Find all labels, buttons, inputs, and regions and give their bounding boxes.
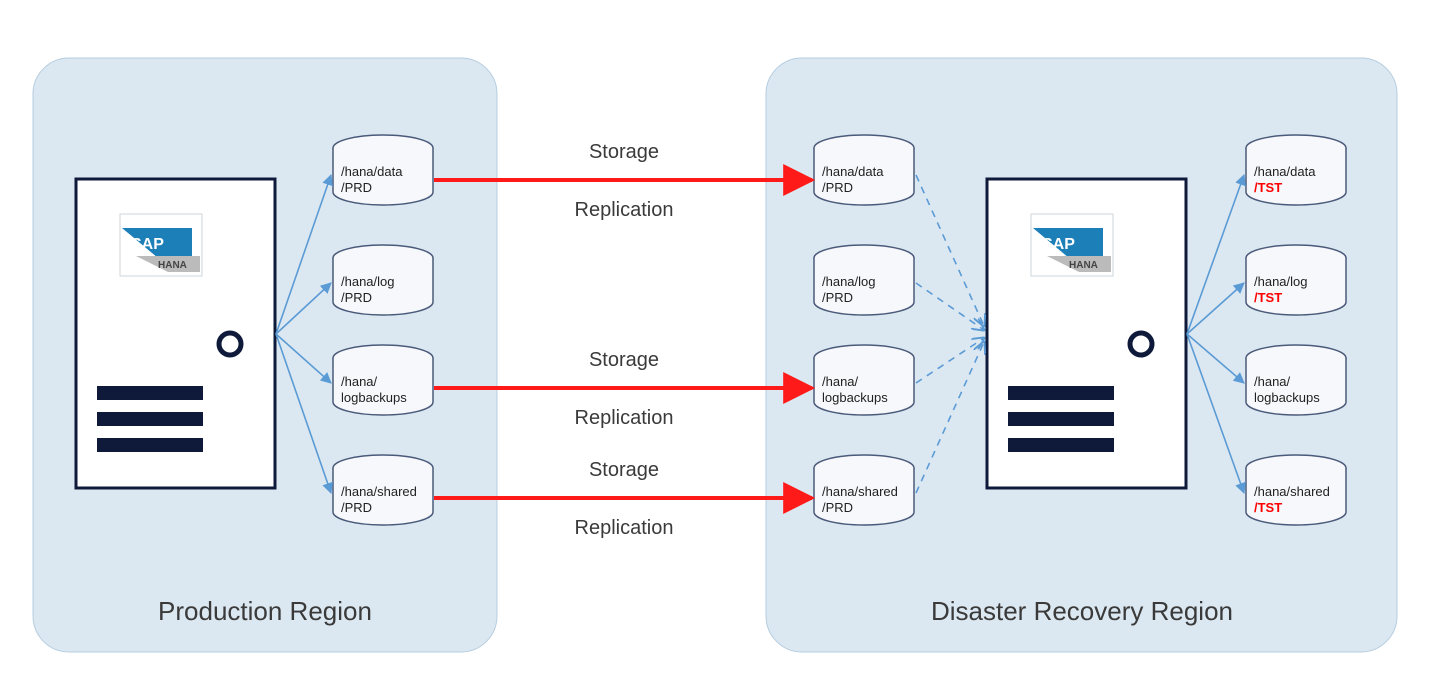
svg-text:HANA: HANA: [1069, 260, 1098, 271]
svg-text:Storage: Storage: [589, 141, 659, 163]
svg-text:/PRD: /PRD: [341, 500, 372, 515]
server-production: SAP HANA: [76, 179, 275, 488]
svg-text:Replication: Replication: [575, 517, 674, 539]
svg-text:Storage: Storage: [589, 349, 659, 371]
cylinder-prd-log: /hana/log /PRD: [333, 245, 433, 315]
svg-text:Replication: Replication: [575, 199, 674, 221]
svg-text:/hana/shared: /hana/shared: [341, 484, 417, 499]
svg-text:/hana/data: /hana/data: [822, 164, 884, 179]
svg-text:/hana/shared: /hana/shared: [1254, 484, 1330, 499]
svg-text:/hana/data: /hana/data: [341, 164, 403, 179]
svg-text:/PRD: /PRD: [341, 290, 372, 305]
svg-text:/hana/shared: /hana/shared: [822, 484, 898, 499]
svg-text:Storage: Storage: [589, 459, 659, 481]
cylinder-drprd-log: /hana/log /PRD: [814, 245, 914, 315]
svg-text:/hana/log: /hana/log: [341, 274, 395, 289]
svg-text:/TST: /TST: [1254, 500, 1282, 515]
architecture-diagram: Production Region Disaster Recovery Regi…: [0, 0, 1433, 699]
svg-text:/PRD: /PRD: [822, 290, 853, 305]
svg-text:/hana/log: /hana/log: [822, 274, 876, 289]
region-dr-label: Disaster Recovery Region: [931, 596, 1233, 626]
cylinder-tst-data: /hana/data /TST: [1246, 135, 1346, 205]
server-dr: SAP HANA: [987, 179, 1186, 488]
cylinder-tst-log: /hana/log /TST: [1246, 245, 1346, 315]
svg-text:/PRD: /PRD: [341, 180, 372, 195]
cylinder-tst-logbackups: /hana/ logbackups: [1246, 345, 1346, 415]
sap-hana-logo-dr: SAP HANA: [1031, 214, 1113, 276]
cylinder-drprd-data: /hana/data /PRD: [814, 135, 914, 205]
svg-text:/PRD: /PRD: [822, 180, 853, 195]
svg-text:logbackups: logbackups: [341, 390, 407, 405]
svg-text:/hana/: /hana/: [341, 374, 378, 389]
cylinder-prd-shared: /hana/shared /PRD: [333, 455, 433, 525]
svg-text:/PRD: /PRD: [822, 500, 853, 515]
cylinder-drprd-logbackups: /hana/ logbackups: [814, 345, 914, 415]
svg-text:SAP: SAP: [1042, 236, 1075, 253]
svg-text:/TST: /TST: [1254, 180, 1282, 195]
svg-text:logbackups: logbackups: [822, 390, 888, 405]
svg-text:/hana/: /hana/: [822, 374, 859, 389]
svg-text:SAP: SAP: [131, 236, 164, 253]
cylinder-prd-data: /hana/data /PRD: [333, 135, 433, 205]
cylinder-prd-logbackups: /hana/ logbackups: [333, 345, 433, 415]
svg-text:/hana/data: /hana/data: [1254, 164, 1316, 179]
svg-text:logbackups: logbackups: [1254, 390, 1320, 405]
cylinder-drprd-shared: /hana/shared /PRD: [814, 455, 914, 525]
svg-text:/hana/log: /hana/log: [1254, 274, 1308, 289]
svg-text:Replication: Replication: [575, 407, 674, 429]
svg-text:/TST: /TST: [1254, 290, 1282, 305]
svg-text:/hana/: /hana/: [1254, 374, 1291, 389]
svg-text:HANA: HANA: [158, 260, 187, 271]
sap-hana-logo-prod: SAP HANA: [120, 214, 202, 276]
cylinder-tst-shared: /hana/shared /TST: [1246, 455, 1346, 525]
region-production-label: Production Region: [158, 596, 372, 626]
